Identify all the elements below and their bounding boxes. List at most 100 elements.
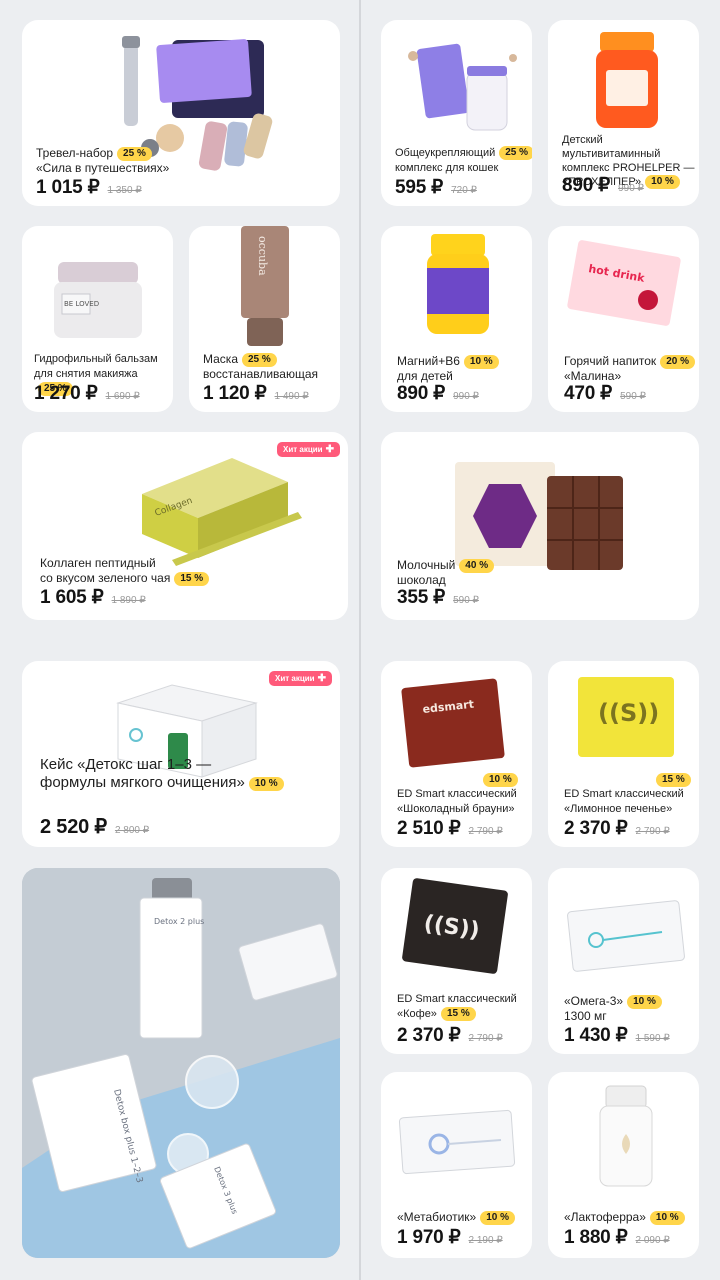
price-row: 2 520 ₽ 2 800 ₽ — [40, 814, 149, 839]
omega-box-image — [567, 900, 685, 972]
product-card-ed-smart-lemon[interactable]: ((S)) 15 % ED Smart классический «Лимонн… — [548, 661, 699, 847]
discount-badge: 40 % — [459, 559, 495, 573]
price-row: 1 430 ₽ 1 590 ₽ — [564, 1024, 670, 1047]
product-card-omega-3[interactable]: «Омега-3» 10 % 1300 мг 1 430 ₽ 1 590 ₽ — [548, 868, 699, 1054]
old-price: 720 ₽ — [451, 185, 477, 196]
product-name: Молочный 40 % шоколад — [397, 558, 532, 588]
price: 1 880 ₽ — [564, 1227, 628, 1248]
discount-badge: 25 % — [117, 147, 152, 161]
promo-box1-text: Detox 2 plus — [154, 917, 204, 926]
price: 1 120 ₽ — [203, 383, 267, 404]
old-price: 2 090 ₽ — [635, 1235, 670, 1246]
discount-badge: 25 % — [242, 353, 277, 367]
discount-badge: 10 % — [649, 1211, 685, 1225]
product-card-prohelper[interactable]: Детский мультивитаминный комплекс PROHEL… — [548, 20, 699, 206]
product-name: ED Smart классический «Кофе» 15 % — [397, 993, 517, 1021]
old-price: 1 690 ₽ — [105, 391, 140, 402]
metabiotic-box-image — [398, 1109, 516, 1175]
price-row: 470 ₽ 590 ₽ — [564, 382, 646, 405]
promo-banner-detox[interactable]: Detox 2 plus Detox box plus 1–2–3 Detox … — [22, 868, 340, 1258]
discount-badge: 10 % — [248, 777, 284, 791]
price-row: 2 510 ₽ 2 790 ₽ — [397, 817, 503, 840]
discount-badge: 10 % — [483, 773, 518, 787]
product-card-ed-smart-coffee[interactable]: ((S)) ED Smart классический «Кофе» 15 % 2… — [381, 868, 532, 1054]
price-row: 1 270 ₽ 1 690 ₽ — [34, 382, 140, 405]
discount-badge: 15 % — [174, 572, 210, 586]
discount-badge: 15 % — [656, 773, 691, 787]
old-price: 2 190 ₽ — [468, 1235, 503, 1246]
product-card-lactoferra[interactable]: «Лактоферра» 10 % 1 880 ₽ 2 090 ₽ — [548, 1072, 699, 1258]
price-row: 595 ₽ 720 ₽ — [395, 176, 477, 199]
svg-text:occuba: occuba — [256, 236, 269, 276]
price-row: 890 ₽ 990 ₽ — [397, 382, 479, 405]
product-card-detox-case[interactable]: Хит акции ✚ Кейс «Детокс шаг 1–3 — формул… — [22, 661, 340, 847]
collagen-box-image: Collagen — [142, 458, 302, 566]
product-card-metabiotic[interactable]: «Метабиотик» 10 % 1 970 ₽ 2 190 ₽ — [381, 1072, 532, 1258]
old-price: 1 890 ₽ — [111, 595, 146, 606]
product-name: «Лактоферра» 10 % — [564, 1210, 699, 1225]
product-card-hydrophilic-balm[interactable]: BE LOVED Гидрофильный бальзам для снятия… — [22, 226, 173, 412]
hit-badge[interactable]: Хит акции ✚ — [269, 671, 332, 686]
hot-drink-box-image: hot drink — [567, 240, 681, 326]
old-price: 1 490 ₽ — [274, 391, 309, 402]
price: 470 ₽ — [564, 383, 613, 404]
product-card-hot-drink[interactable]: hot drink Горячий напиток 20 % «Малина» 4… — [548, 226, 699, 412]
plus-icon: ✚ — [317, 673, 326, 684]
product-card-milk-chocolate[interactable]: Молочный 40 % шоколад 355 ₽ 590 ₽ — [381, 432, 699, 620]
old-price: 2 800 ₽ — [114, 825, 150, 836]
price-row: 1 120 ₽ 1 490 ₽ — [203, 382, 309, 405]
product-card-mask[interactable]: occuba Маска 25 % восстанавливающая 1 120… — [189, 226, 340, 412]
product-name: «Омега-3» 10 % 1300 мг — [564, 994, 699, 1024]
price: 2 370 ₽ — [564, 818, 628, 839]
price-row: 2 370 ₽ 2 790 ₽ — [564, 817, 670, 840]
chocolate-image — [455, 462, 623, 570]
price: 1 970 ₽ — [397, 1227, 461, 1248]
product-name: Общеукрепляющий 25 % комплекс для кошек — [395, 146, 532, 176]
price: 2 370 ₽ — [397, 1025, 461, 1046]
old-price: 1 350 ₽ — [107, 185, 142, 196]
old-price: 990 ₽ — [453, 391, 479, 402]
product-name: Кейс «Детокс шаг 1–3 — формулы мягкого о… — [40, 756, 330, 792]
svg-text:BE LOVED: BE LOVED — [64, 300, 99, 308]
column-divider — [359, 0, 361, 1280]
price: 890 ₽ — [562, 175, 611, 196]
price-row: 890 ₽ 990 ₽ — [562, 174, 644, 197]
price: 1 605 ₽ — [40, 587, 104, 608]
price: 2 510 ₽ — [397, 818, 461, 839]
product-name: Горячий напиток 20 % «Малина» — [564, 354, 699, 384]
price-row: 1 015 ₽ 1 350 ₽ — [36, 176, 142, 199]
product-name: «Метабиотик» 10 % — [397, 1210, 532, 1225]
old-price: 990 ₽ — [618, 183, 644, 194]
price: 595 ₽ — [395, 177, 444, 198]
old-price: 2 790 ₽ — [635, 826, 670, 837]
discount-badge: 10 % — [627, 995, 662, 1009]
product-card-collagen[interactable]: Хит акции ✚ Collagen Коллаген пептидный с… — [22, 432, 348, 620]
prohelper-jar-image — [596, 32, 658, 128]
product-name: Коллаген пептидный со вкусом зеленого ча… — [40, 556, 260, 586]
price: 2 520 ₽ — [40, 816, 107, 838]
price-row: 1 880 ₽ 2 090 ₽ — [564, 1226, 670, 1249]
old-price: 2 790 ₽ — [468, 826, 503, 837]
price-row: 2 370 ₽ 2 790 ₽ — [397, 1024, 503, 1047]
product-name: Магний+B6 10 % для детей — [397, 354, 532, 384]
product-name: Тревел-набор 25 % «Сила в путешествиях» — [36, 146, 170, 175]
product-name: ED Smart классический «Шоколадный брауни… — [397, 788, 517, 815]
product-card-ed-smart-brownie[interactable]: edsmart 10 % ED Smart классический «Шоко… — [381, 661, 532, 847]
old-price: 590 ₽ — [453, 595, 479, 606]
price: 1 430 ₽ — [564, 1025, 628, 1046]
old-price: 2 790 ₽ — [468, 1033, 503, 1044]
price-row: 355 ₽ 590 ₽ — [397, 586, 479, 609]
discount-badge: 25 % — [499, 146, 532, 160]
magnesium-jar-image — [427, 234, 489, 334]
balm-jar-image: BE LOVED — [54, 262, 142, 338]
discount-badge: 20 % — [660, 355, 695, 369]
product-card-cat-complex[interactable]: Общеукрепляющий 25 % комплекс для кошек 5… — [381, 20, 532, 206]
cat-complex-image — [408, 43, 517, 131]
product-card-magnesium-b6[interactable]: Магний+B6 10 % для детей 890 ₽ 990 ₽ — [381, 226, 532, 412]
product-card-travel-set[interactable]: Тревел-набор 25 % «Сила в путешествиях» 1… — [22, 20, 340, 206]
old-price: 590 ₽ — [620, 391, 646, 402]
old-price: 1 590 ₽ — [635, 1033, 670, 1044]
price: 890 ₽ — [397, 383, 446, 404]
plus-icon: ✚ — [325, 444, 334, 455]
brownie-box-image: edsmart — [401, 678, 505, 768]
